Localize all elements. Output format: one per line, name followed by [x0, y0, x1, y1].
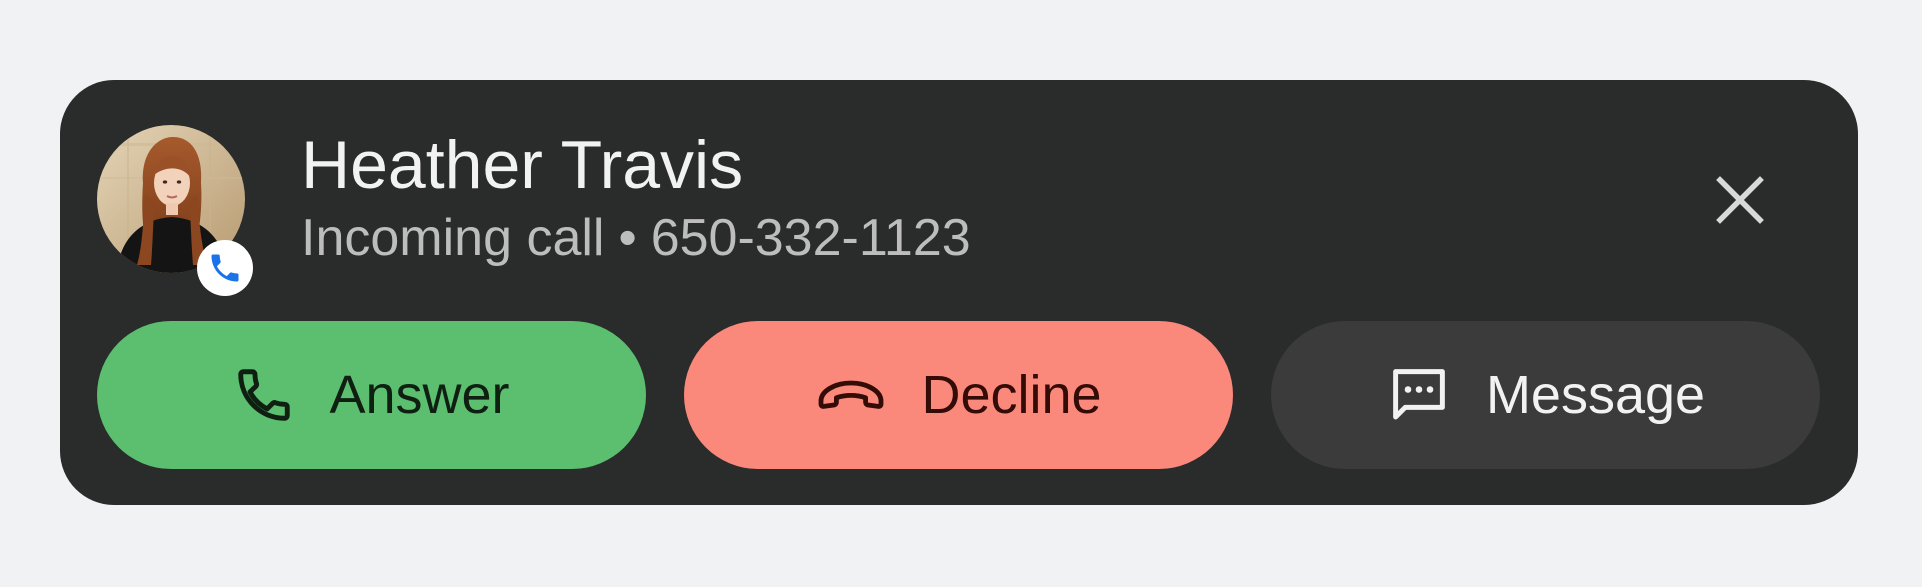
caller-phone-number: 650-332-1123 [650, 209, 971, 267]
close-button[interactable] [1705, 165, 1775, 235]
incoming-call-notification: Heather Travis Incoming call • 650-332-112… [60, 80, 1858, 505]
answer-button[interactable]: Answer [97, 321, 646, 469]
caller-avatar-container [97, 125, 253, 296]
separator-dot: • [618, 209, 637, 267]
call-status-line: Incoming call • 650-332-1123 [301, 208, 971, 268]
message-button[interactable]: Message [1271, 321, 1820, 469]
decline-button[interactable]: Decline [684, 321, 1233, 469]
close-icon [1716, 176, 1764, 224]
message-label: Message [1485, 365, 1706, 425]
call-status-text: Incoming call [301, 209, 605, 267]
decline-label: Decline [921, 365, 1102, 425]
caller-name: Heather Travis [301, 127, 744, 203]
message-icon [1386, 362, 1452, 428]
phone-app-badge [197, 240, 253, 296]
phone-icon [233, 364, 295, 426]
answer-label: Answer [329, 365, 510, 425]
phone-icon [211, 254, 239, 282]
hang-up-icon [815, 375, 887, 415]
